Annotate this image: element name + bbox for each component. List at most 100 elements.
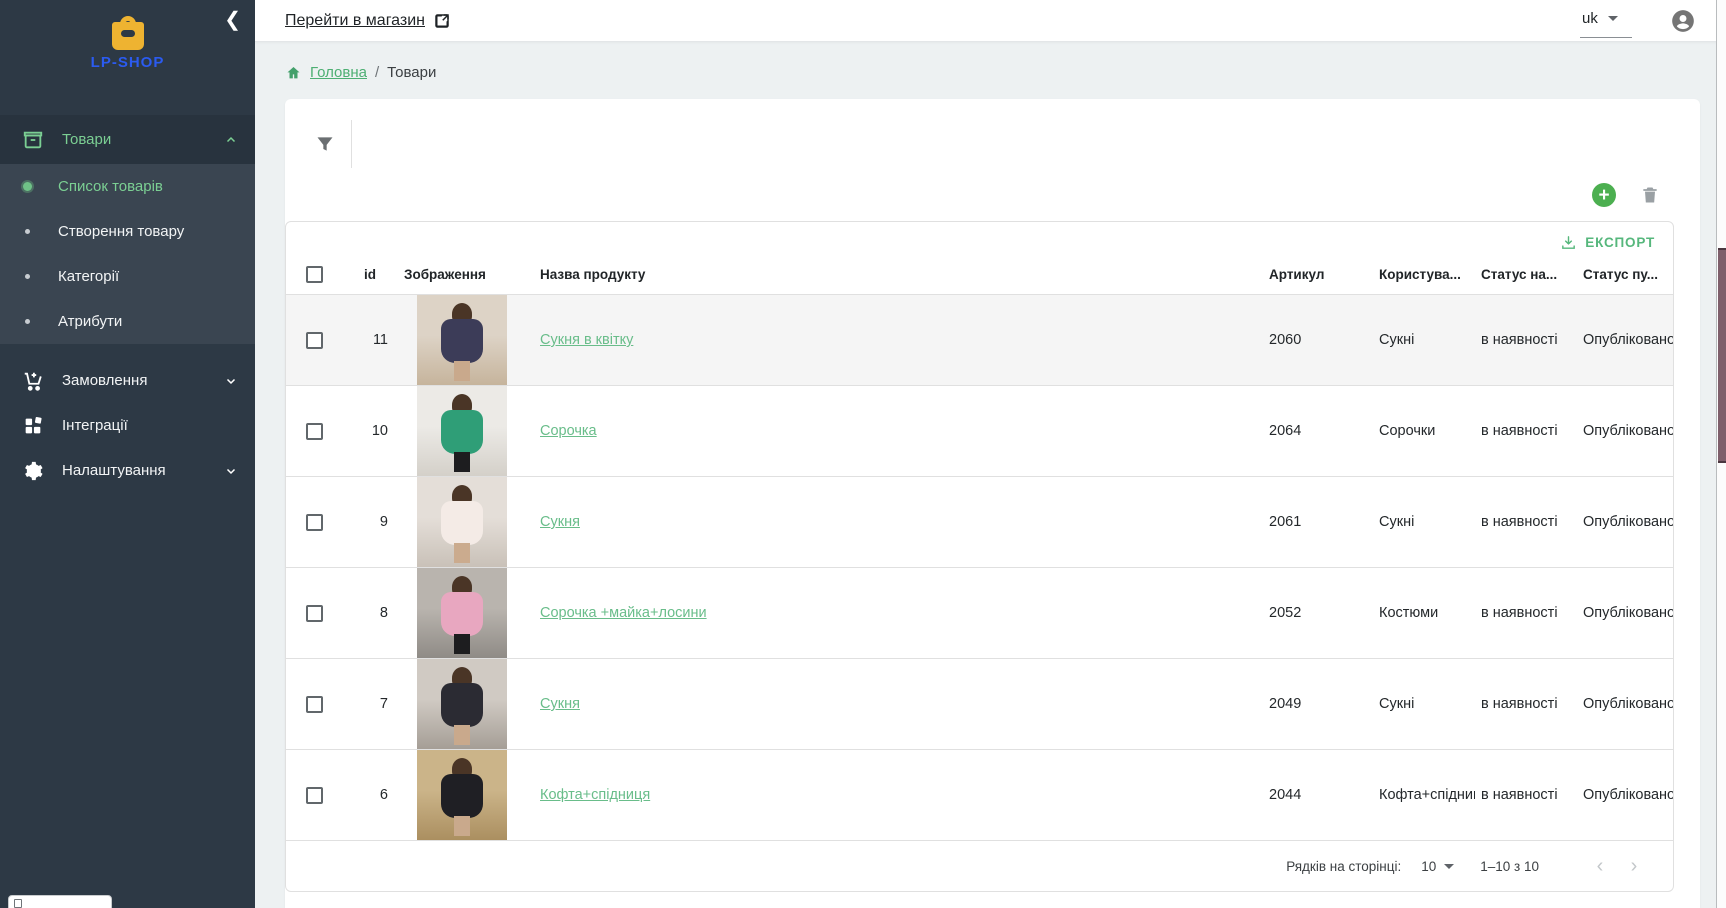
chevron-down-icon [225,375,237,387]
row-checkbox[interactable] [306,514,323,531]
filter-bar [285,113,1700,175]
gear-icon [22,460,44,482]
bullet-icon [25,319,30,324]
breadcrumb: Головна / Товари [255,42,1726,99]
sidebar-item-product-list[interactable]: Список товарів [0,164,255,209]
product-image [417,659,507,749]
account-icon[interactable] [1670,8,1696,34]
product-category: Сукні [1373,332,1475,348]
export-label: ЕКСПОРТ [1585,235,1655,250]
product-name-link[interactable]: Кофта+спідниця [540,787,650,803]
product-availability: в наявності [1475,696,1577,712]
product-availability: в наявності [1475,514,1577,530]
language-select[interactable]: uk [1580,4,1632,38]
chevron-down-icon [1608,16,1618,21]
scrollbar[interactable] [1716,0,1726,908]
header-sku[interactable]: Артикул [1263,267,1373,282]
sidebar-item-product-create[interactable]: Створення товару [0,209,255,254]
sidebar-item-label: Створення товару [58,223,184,240]
cart-plus-icon [22,370,44,392]
logo: LP-SHOP ❮ [0,0,255,89]
page-glyph-icon [14,899,22,908]
logo-text: LP-SHOP [0,54,255,71]
pagination: Рядків на сторінці: 10 1–10 з 10 ‹ › [286,841,1673,891]
table-actions: + [285,175,1700,221]
product-image [417,477,507,567]
product-published: Опубліковано [1577,787,1673,803]
select-all-checkbox[interactable] [306,266,323,283]
product-availability: в наявності [1475,423,1577,439]
sidebar-item-settings[interactable]: Налаштування [0,448,255,493]
header-published[interactable]: Статус пу... [1577,267,1673,282]
sidebar-item-orders[interactable]: Замовлення [0,358,255,403]
next-page-icon[interactable]: › [1621,853,1647,879]
rows-per-page-select[interactable]: 10 [1421,859,1454,874]
bullet-icon [25,229,30,234]
sidebar-item-label: Налаштування [62,462,225,479]
product-sku: 2044 [1263,787,1373,803]
product-name-link[interactable]: Сорочка [540,423,597,439]
product-sku: 2061 [1263,514,1373,530]
page-range: 1–10 з 10 [1480,859,1539,874]
product-category: Сукні [1373,696,1475,712]
go-to-shop-link[interactable]: Перейти в магазин [285,12,451,30]
go-to-shop-label: Перейти в магазин [285,12,425,30]
product-category: Костюми [1373,605,1475,621]
sidebar-collapse-icon[interactable]: ❮ [224,10,241,30]
delete-icon[interactable] [1640,184,1660,206]
header-image[interactable]: Зображення [398,267,526,282]
scrollbar-thumb[interactable] [1718,248,1726,463]
row-checkbox[interactable] [306,696,323,713]
header-name[interactable]: Назва продукту [526,267,1263,282]
product-name-link[interactable]: Сукня [540,514,580,530]
row-checkbox[interactable] [306,787,323,804]
rows-per-page-label: Рядків на сторінці: [1286,859,1401,874]
bullet-icon [23,182,32,191]
product-name-link[interactable]: Сорочка +майка+лосини [540,605,707,621]
product-id: 11 [342,332,398,348]
bullet-icon [25,274,30,279]
sidebar-item-integrations[interactable]: Інтеграції [0,403,255,448]
home-icon [285,65,302,81]
table-body: 11 Сукня в квітку 2060 Сукні в наявності… [286,295,1673,841]
filter-icon[interactable] [315,134,335,154]
header-id[interactable]: id [342,267,398,282]
sidebar-item-attributes[interactable]: Атрибути [0,299,255,344]
product-id: 7 [342,696,398,712]
product-availability: в наявності [1475,787,1577,803]
product-availability: в наявності [1475,605,1577,621]
product-image [417,750,507,840]
product-category: Кофта+спідниц [1373,787,1475,803]
chevron-down-icon [1444,864,1454,869]
product-image [417,568,507,658]
sidebar-item-label: Інтеграції [62,417,237,434]
sidebar-item-label: Атрибути [58,313,122,330]
admin-app: LP-SHOP ❮ Товари Список товарів [0,0,1726,908]
product-image [417,386,507,476]
table-header-row: id Зображення Назва продукту Артикул Кор… [286,255,1673,295]
row-checkbox[interactable] [306,332,323,349]
language-value: uk [1582,10,1598,27]
product-sku: 2049 [1263,696,1373,712]
main-area: Перейти в магазин uk Головна / Товари [255,0,1726,908]
product-published: Опубліковано [1577,332,1673,348]
breadcrumb-home-link[interactable]: Головна [310,64,367,81]
sidebar-item-label: Товари [62,131,225,148]
product-id: 10 [342,423,398,439]
add-product-button[interactable]: + [1592,183,1616,207]
products-box-icon [22,129,44,151]
export-row: ЕКСПОРТ [286,222,1673,255]
export-button[interactable]: ЕКСПОРТ [1560,234,1655,251]
product-name-link[interactable]: Сукня в квітку [540,332,633,348]
product-published: Опубліковано [1577,605,1673,621]
row-checkbox[interactable] [306,423,323,440]
topbar: Перейти в магазин uk [255,0,1726,42]
row-checkbox[interactable] [306,605,323,622]
product-name-link[interactable]: Сукня [540,696,580,712]
previous-page-icon[interactable]: ‹ [1587,853,1613,879]
header-category[interactable]: Користува... [1373,267,1475,282]
sidebar-item-categories[interactable]: Категорії [0,254,255,299]
breadcrumb-separator: / [375,64,379,81]
sidebar-item-products[interactable]: Товари [0,115,255,164]
header-availability[interactable]: Статус на... [1475,267,1577,282]
